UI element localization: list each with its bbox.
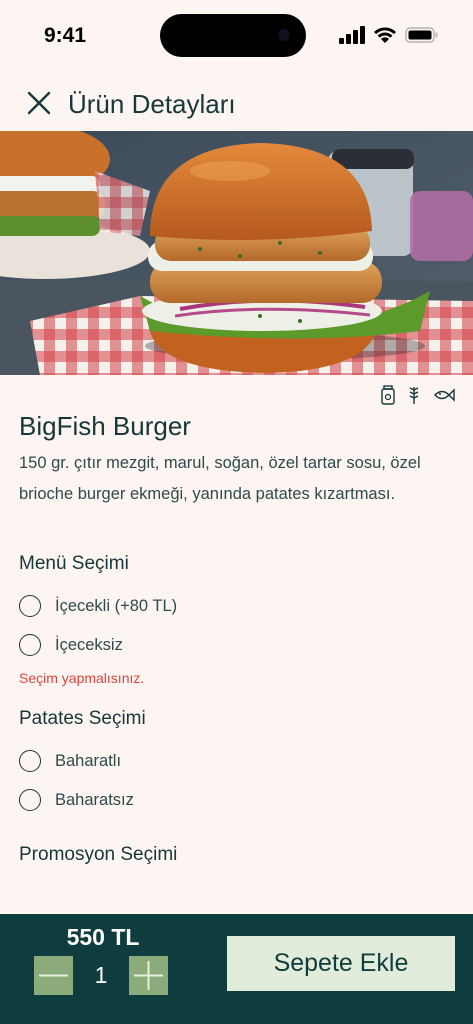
total-price: 550 TL [66, 924, 140, 950]
validation-error: Seçim yapmalısınız. [19, 670, 145, 686]
wifi-icon [374, 27, 396, 43]
battery-icon [405, 27, 438, 43]
option-label: Baharatsız [55, 790, 134, 809]
cellular-signal-icon [339, 26, 365, 44]
product-description: 150 gr. çıtır mezgit, marul, soğan, özel… [19, 454, 421, 503]
option-label: İçeceksiz [55, 635, 123, 654]
radio-button[interactable] [19, 595, 41, 617]
quantity-value: 1 [94, 962, 108, 988]
fries-option-spicy[interactable]: Baharatlı [19, 747, 121, 775]
radio-button[interactable] [19, 750, 41, 772]
fish-icon [434, 388, 455, 402]
product-image [0, 131, 473, 375]
option-label: İçecekli (+80 TL) [55, 596, 178, 615]
status-time: 9:41 [44, 24, 87, 47]
dynamic-island [160, 14, 306, 57]
product-name: BigFish Burger [19, 411, 191, 441]
status-icons [339, 26, 439, 44]
app-header: Ürün Detayları [0, 80, 473, 128]
wheat-icon [409, 387, 419, 404]
diet-icons [381, 385, 455, 405]
increase-quantity-button[interactable] [129, 956, 168, 995]
menu-section-title: Menü Seçimi [19, 553, 129, 574]
menu-option-with-drink[interactable]: İçecekli (+80 TL) [19, 592, 177, 620]
fries-option-plain[interactable]: Baharatsız [19, 786, 134, 814]
fries-section-title: Patates Seçimi [19, 708, 146, 729]
radio-button[interactable] [19, 634, 41, 656]
plus-icon [134, 961, 163, 990]
camera-dot [278, 29, 290, 41]
promo-section-title: Promosyon Seçimi [19, 844, 178, 865]
minus-icon [39, 974, 68, 977]
page-title: Ürün Detayları [68, 89, 236, 119]
option-label: Baharatlı [55, 751, 122, 770]
radio-button[interactable] [19, 789, 41, 811]
allergen-jar-icon [381, 385, 395, 405]
cart-footer: 550 TL 1 Sepete Ekle [0, 914, 473, 1024]
close-icon[interactable] [24, 88, 54, 118]
status-bar: 9:41 [0, 0, 473, 72]
add-to-cart-button[interactable]: Sepete Ekle [227, 936, 455, 991]
decrease-quantity-button[interactable] [34, 956, 73, 995]
menu-option-without-drink[interactable]: İçeceksiz [19, 631, 123, 659]
